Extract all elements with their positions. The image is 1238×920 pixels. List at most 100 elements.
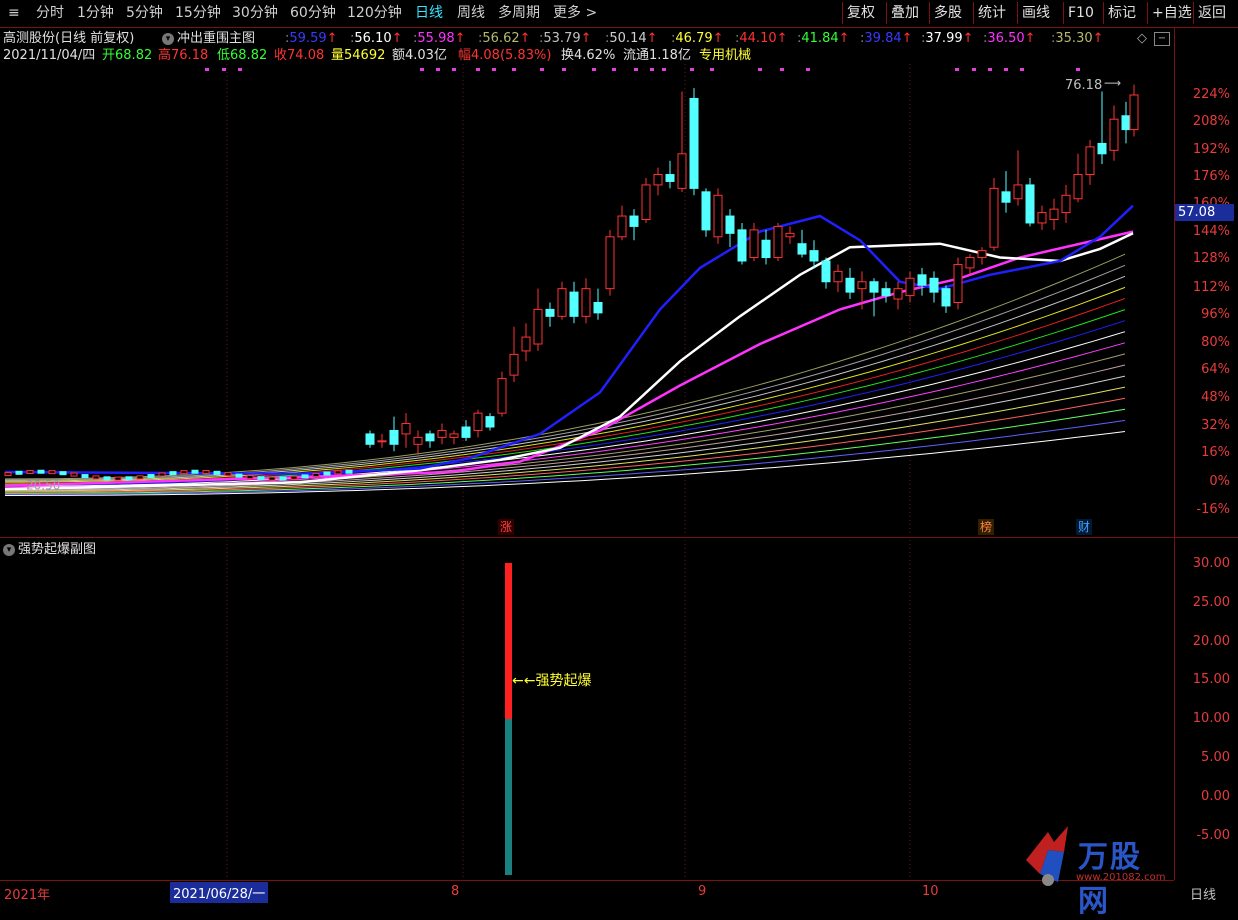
candle-body[interactable] — [1001, 191, 1011, 203]
candle-body[interactable] — [37, 469, 45, 474]
candle-body[interactable] — [857, 281, 867, 290]
collapse-icon[interactable]: − — [1154, 32, 1170, 46]
candle-body[interactable] — [845, 277, 855, 293]
candle-body[interactable] — [169, 471, 177, 476]
candle-body[interactable] — [677, 153, 687, 189]
candle-body[interactable] — [213, 470, 221, 475]
candle-body[interactable] — [653, 174, 663, 186]
tab-60min[interactable]: 60分钟 — [290, 4, 336, 23]
stats-button[interactable]: 统计 — [973, 2, 1010, 24]
overlay-button[interactable]: 叠加 — [886, 2, 923, 24]
candle-body[interactable] — [224, 472, 232, 477]
candle-body[interactable] — [180, 470, 188, 475]
tab-120min[interactable]: 120分钟 — [347, 4, 402, 23]
sub-indicator-chart[interactable] — [0, 540, 1174, 880]
candle-body[interactable] — [389, 429, 399, 445]
candle-body[interactable] — [893, 288, 903, 300]
candle-body[interactable] — [593, 302, 603, 314]
candle-body[interactable] — [48, 470, 56, 475]
candle-body[interactable] — [1025, 184, 1035, 224]
candle-body[interactable] — [881, 288, 891, 297]
signal-tag-cai[interactable]: 财 — [1076, 519, 1093, 535]
candle-body[interactable] — [191, 469, 199, 474]
candle-body[interactable] — [312, 472, 320, 477]
candle-body[interactable] — [125, 476, 133, 481]
tab-fenshi[interactable]: 分时 — [36, 4, 64, 23]
candle-body[interactable] — [92, 475, 100, 480]
candle-body[interactable] — [1049, 208, 1059, 220]
candle-body[interactable] — [461, 426, 471, 438]
candle-body[interactable] — [809, 250, 819, 262]
candle-body[interactable] — [737, 229, 747, 262]
candle-body[interactable] — [941, 288, 951, 307]
candle-body[interactable] — [953, 263, 963, 303]
candle-body[interactable] — [235, 473, 243, 478]
candle-body[interactable] — [257, 476, 265, 481]
candle-body[interactable] — [4, 472, 12, 477]
candle-body[interactable] — [833, 270, 843, 283]
candle-body[interactable] — [701, 191, 711, 231]
pane-divider[interactable] — [0, 537, 1238, 538]
candle-body[interactable] — [81, 474, 89, 479]
candle-body[interactable] — [869, 281, 879, 293]
candle-body[interactable] — [917, 274, 927, 286]
candle-body[interactable] — [1061, 194, 1071, 214]
candle-body[interactable] — [1073, 174, 1083, 200]
candle-body[interactable] — [905, 277, 915, 297]
candle-body[interactable] — [713, 194, 723, 238]
tab-multi-period[interactable]: 多周期 — [498, 4, 540, 23]
candle-body[interactable] — [401, 423, 411, 435]
candle-body[interactable] — [473, 412, 483, 431]
candle-body[interactable] — [268, 476, 276, 481]
candle-body[interactable] — [70, 472, 78, 477]
candle-body[interactable] — [965, 257, 975, 269]
candle-body[interactable] — [437, 429, 447, 438]
draw-line-button[interactable]: 画线 — [1017, 2, 1054, 24]
candle-body[interactable] — [425, 433, 435, 442]
candle-body[interactable] — [617, 215, 627, 238]
indicator-selector[interactable]: ▾ 冲出重围主图 — [162, 30, 255, 48]
candle-body[interactable] — [533, 308, 543, 345]
candle-body[interactable] — [334, 470, 342, 475]
tab-daily[interactable]: 日线 — [415, 4, 443, 23]
candle-body[interactable] — [929, 277, 939, 293]
f10-button[interactable]: F10 — [1063, 2, 1098, 24]
tab-15min[interactable]: 15分钟 — [175, 4, 221, 23]
candle-body[interactable] — [725, 215, 735, 234]
candle-body[interactable] — [497, 378, 507, 414]
tab-5min[interactable]: 5分钟 — [126, 4, 163, 23]
time-axis-bar[interactable]: 2021年 2021/06/28/一 8 9 10 — [0, 880, 1174, 904]
candle-body[interactable] — [665, 174, 675, 182]
multi-stock-button[interactable]: 多股 — [929, 2, 966, 24]
candle-body[interactable] — [1121, 115, 1131, 131]
tab-weekly[interactable]: 周线 — [457, 4, 485, 23]
candle-body[interactable] — [797, 243, 807, 255]
candle-body[interactable] — [59, 471, 67, 476]
signal-tag-bang[interactable]: 榜 — [978, 519, 995, 535]
candle-body[interactable] — [989, 187, 999, 248]
candle-body[interactable] — [785, 232, 795, 238]
candle-body[interactable] — [1085, 146, 1095, 176]
candle-body[interactable] — [147, 474, 155, 479]
strong-signal-bar[interactable] — [505, 563, 512, 719]
candle-body[interactable] — [821, 260, 831, 283]
candle-body[interactable] — [773, 225, 783, 259]
candle-body[interactable] — [749, 229, 759, 259]
candle-body[interactable] — [413, 436, 423, 445]
candle-body[interactable] — [557, 288, 567, 317]
candle-body[interactable] — [345, 469, 353, 474]
candle-body[interactable] — [545, 308, 555, 317]
candle-body[interactable] — [977, 250, 987, 259]
candle-body[interactable] — [569, 291, 579, 317]
candle-body[interactable] — [689, 97, 699, 189]
candle-body[interactable] — [15, 470, 23, 475]
nav-arrow-icon[interactable]: ≡ — [8, 4, 22, 23]
fuquan-button[interactable]: 复权 — [842, 2, 879, 24]
diamond-icon[interactable]: ◇ — [1137, 30, 1147, 48]
back-button[interactable]: 返回 — [1193, 2, 1230, 24]
candle-body[interactable] — [1013, 184, 1023, 200]
candle-body[interactable] — [290, 475, 298, 480]
candle-body[interactable] — [1097, 142, 1107, 155]
stock-title[interactable]: 高测股份(日线 前复权) — [3, 30, 134, 48]
candle-body[interactable] — [26, 469, 34, 474]
